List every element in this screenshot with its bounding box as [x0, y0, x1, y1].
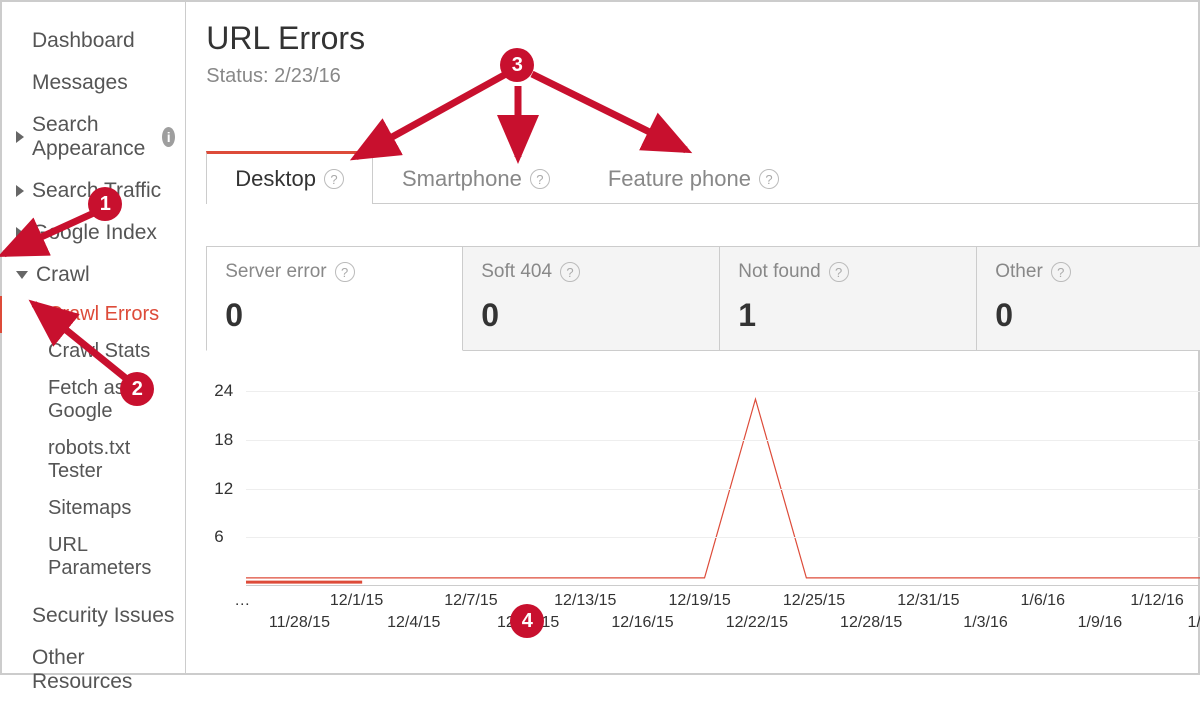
x-axis-labels: …12/1/1512/7/1512/13/1512/19/1512/25/151…	[242, 592, 1200, 634]
y-tick-label: 24	[214, 381, 233, 401]
help-icon[interactable]: ?	[829, 262, 849, 282]
x-tick-label: 1/3/16	[963, 614, 1007, 632]
x-tick-label: …	[234, 592, 250, 610]
chevron-down-icon	[16, 271, 28, 279]
info-icon[interactable]: i	[162, 127, 175, 147]
errors-chart: 6121824 …12/1/1512/7/1512/13/1512/19/151…	[206, 391, 1200, 634]
value: 0	[481, 297, 701, 334]
sidebar-item-crawl[interactable]: Crawl	[2, 254, 185, 296]
help-icon[interactable]: ?	[530, 169, 550, 189]
chevron-right-icon	[16, 227, 24, 239]
x-tick-label: 1/12/16	[1130, 592, 1183, 610]
sidebar-item-other-resources[interactable]: Other Resources	[2, 637, 185, 703]
x-tick-label: 1/9/16	[1078, 614, 1122, 632]
device-tabs: Desktop? Smartphone? Feature phone?	[206, 150, 1200, 204]
help-icon[interactable]: ?	[335, 262, 355, 282]
label: Other Resources	[32, 646, 175, 694]
sidebar-sub-fetch-as-google[interactable]: Fetch as Google	[2, 370, 185, 430]
label: Messages	[32, 71, 128, 95]
chevron-right-icon	[16, 131, 24, 143]
annotation-badge-3: 3	[500, 48, 534, 82]
grid-line	[246, 391, 1200, 392]
label: Not found	[738, 261, 820, 283]
page-title: URL Errors	[206, 20, 1200, 57]
y-tick-label: 12	[214, 479, 233, 499]
value: 1	[738, 297, 958, 334]
status-label: Status:	[206, 65, 274, 87]
label: Crawl Errors	[48, 303, 159, 325]
card-server-error[interactable]: Server error? 0	[206, 246, 463, 351]
chevron-right-icon	[16, 185, 24, 197]
label: Crawl	[36, 263, 90, 287]
value: 0	[995, 297, 1200, 334]
x-tick-label: 12/13/15	[554, 592, 616, 610]
help-icon[interactable]: ?	[759, 169, 779, 189]
annotation-badge-4: 4	[510, 604, 544, 638]
label: Dashboard	[32, 29, 135, 53]
x-axis	[246, 585, 1200, 586]
x-tick-label: 12/16/15	[611, 614, 673, 632]
x-tick-label: 1/15/16	[1188, 614, 1200, 632]
label: Fetch as Google	[48, 377, 125, 422]
annotation-badge-1: 1	[88, 187, 122, 221]
error-type-cards: Server error? 0 Soft 404? 0 Not found? 1…	[206, 246, 1200, 351]
grid-line	[246, 489, 1200, 490]
x-tick-label: 12/19/15	[669, 592, 731, 610]
label: robots.txt Tester	[48, 437, 130, 482]
sidebar-sub-crawl-stats[interactable]: Crawl Stats	[2, 333, 185, 370]
sidebar-sub-crawl-errors[interactable]: Crawl Errors	[0, 296, 185, 333]
label: Desktop	[235, 166, 316, 192]
help-icon[interactable]: ?	[560, 262, 580, 282]
sidebar-item-security-issues[interactable]: Security Issues	[2, 595, 185, 637]
status-date: 2/23/16	[274, 65, 341, 87]
label: Security Issues	[32, 604, 174, 628]
card-other[interactable]: Other? 0	[977, 246, 1200, 351]
x-tick-label: 12/31/15	[897, 592, 959, 610]
sidebar-sub-robots-tester[interactable]: robots.txt Tester	[2, 430, 185, 490]
sidebar-sub-url-parameters[interactable]: URL Parameters	[2, 527, 185, 587]
x-tick-label: 12/22/15	[726, 614, 788, 632]
label: Other	[995, 261, 1043, 283]
help-icon[interactable]: ?	[324, 169, 344, 189]
label: Soft 404	[481, 261, 552, 283]
tab-smartphone[interactable]: Smartphone?	[373, 153, 579, 204]
status-line: Status: 2/23/16	[206, 65, 1200, 88]
sidebar-item-dashboard[interactable]: Dashboard	[2, 20, 185, 62]
label: Search Appearance	[32, 113, 152, 161]
y-tick-label: 6	[214, 527, 223, 547]
help-icon[interactable]: ?	[1051, 262, 1071, 282]
y-tick-label: 18	[214, 430, 233, 450]
label: Sitemaps	[48, 497, 131, 519]
card-soft-404[interactable]: Soft 404? 0	[463, 246, 720, 351]
x-tick-label: 12/1/15	[330, 592, 383, 610]
card-not-found[interactable]: Not found? 1	[720, 246, 977, 351]
x-tick-label: 12/4/15	[387, 614, 440, 632]
x-tick-label: 1/6/16	[1020, 592, 1064, 610]
label: Smartphone	[402, 166, 522, 192]
tab-feature-phone[interactable]: Feature phone?	[579, 153, 808, 204]
label: Server error	[225, 261, 326, 283]
x-tick-label: 12/7/15	[444, 592, 497, 610]
label: Google Index	[32, 221, 157, 245]
main-content: URL Errors Status: 2/23/16 Desktop? Smar…	[186, 2, 1200, 673]
sidebar-sub-sitemaps[interactable]: Sitemaps	[2, 490, 185, 527]
sidebar: Dashboard Messages Search Appearance i Se…	[2, 2, 186, 673]
value: 0	[225, 297, 444, 334]
label: Crawl Stats	[48, 340, 150, 362]
annotation-badge-2: 2	[120, 372, 154, 406]
label: Feature phone	[608, 166, 751, 192]
grid-line	[246, 440, 1200, 441]
x-tick-label: 12/28/15	[840, 614, 902, 632]
grid-line	[246, 537, 1200, 538]
sidebar-item-messages[interactable]: Messages	[2, 62, 185, 104]
x-tick-label: 12/25/15	[783, 592, 845, 610]
sidebar-item-google-index[interactable]: Google Index	[2, 212, 185, 254]
label: URL Parameters	[48, 534, 151, 579]
tab-desktop[interactable]: Desktop?	[206, 151, 373, 204]
x-tick-label: 11/28/15	[269, 614, 330, 632]
sidebar-item-search-appearance[interactable]: Search Appearance i	[2, 104, 185, 170]
